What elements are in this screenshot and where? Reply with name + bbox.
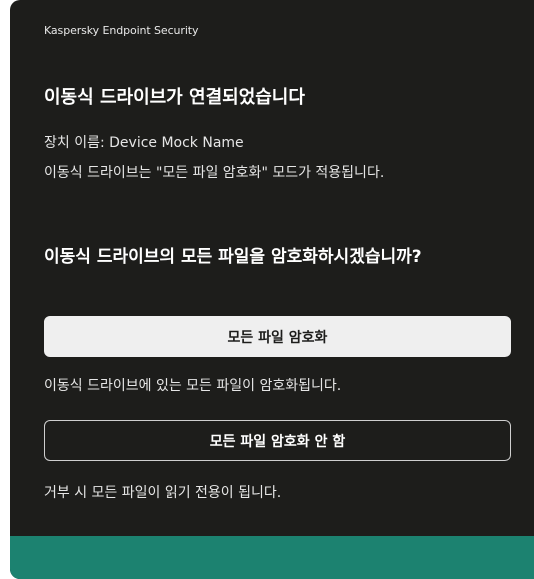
do-not-encrypt-button[interactable]: 모든 파일 암호화 안 함 bbox=[44, 420, 511, 461]
encrypt-hint-text: 이동식 드라이브에 있는 모든 파일이 암호화됩니다. bbox=[44, 378, 342, 394]
read-only-hint-text: 거부 시 모든 파일이 읽기 전용이 됩니다. bbox=[44, 485, 282, 501]
notification-window: Kaspersky Endpoint Security 이동식 드라이브가 연결… bbox=[10, 0, 534, 579]
dialog-heading: 이동식 드라이브가 연결되었습니다 bbox=[44, 87, 305, 108]
device-name-text: 장치 이름: Device Mock Name bbox=[44, 135, 244, 151]
encrypt-all-files-button[interactable]: 모든 파일 암호화 bbox=[44, 316, 511, 357]
app-title: Kaspersky Endpoint Security bbox=[44, 24, 199, 37]
accent-bottom-bar bbox=[10, 536, 534, 579]
encryption-question: 이동식 드라이브의 모든 파일을 암호화하시겠습니까? bbox=[44, 247, 422, 267]
encryption-mode-text: 이동식 드라이브는 "모든 파일 암호화" 모드가 적용됩니다. bbox=[44, 165, 385, 181]
